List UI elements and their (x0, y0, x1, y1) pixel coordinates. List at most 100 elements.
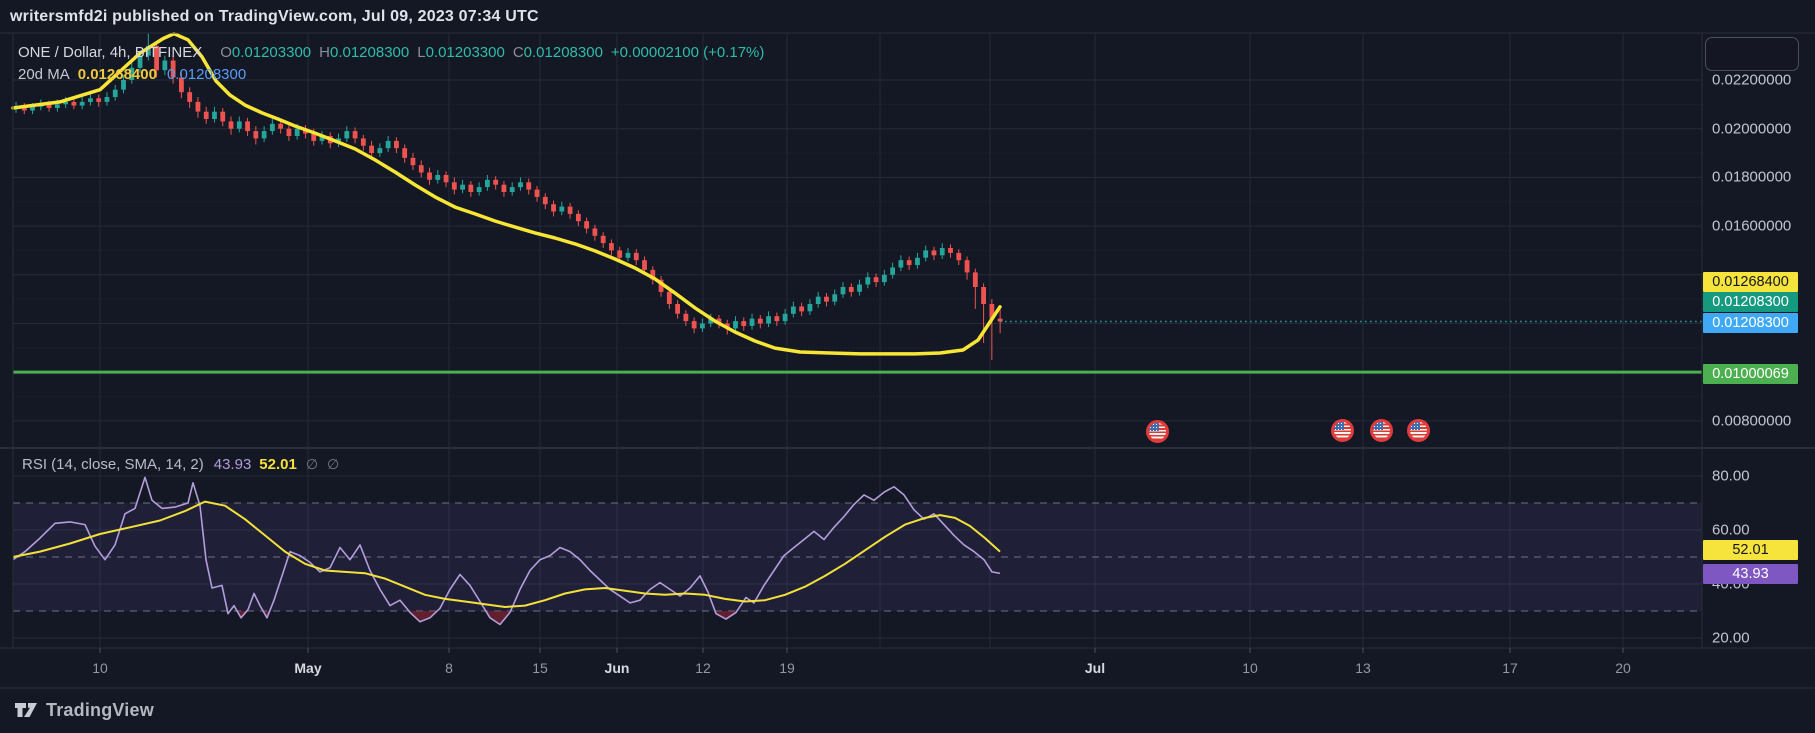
symbol-info-box[interactable] (1705, 37, 1799, 71)
candle (220, 112, 225, 122)
candle (71, 102, 76, 106)
candle (237, 121, 242, 128)
candle (849, 287, 854, 292)
tradingview-logo-icon (14, 699, 38, 721)
candle (808, 304, 813, 311)
tradingview-published-chart: writersmfd2i published on TradingView.co… (0, 0, 1815, 733)
candle (692, 321, 697, 328)
candle (932, 250, 937, 255)
candle (543, 197, 548, 204)
candle (394, 141, 399, 148)
candle (493, 180, 498, 185)
time-label: 10 (1242, 660, 1258, 676)
candle (411, 158, 416, 165)
rsi-label: RSI (14, close, SMA, 14, 2) (22, 456, 204, 473)
candle (344, 131, 349, 138)
rsi-sma-value: 52.01 (259, 456, 297, 473)
candle (245, 121, 250, 131)
us-flag-marker-icon[interactable] (1146, 420, 1169, 443)
candle (386, 141, 391, 148)
candle (584, 221, 589, 228)
ma-legend[interactable]: 20d MA0.012684000.01208300 (18, 66, 246, 83)
candle (700, 324, 705, 329)
ma-value: 0.01268400 (78, 66, 157, 83)
candle (427, 173, 432, 180)
symbol-legend[interactable]: ONE / Dollar, 4h, BITFINEXO0.01203300H0.… (18, 44, 764, 61)
candle (485, 180, 490, 187)
candle (187, 92, 192, 102)
candle (956, 253, 961, 260)
candle (229, 121, 234, 128)
us-flag-marker-icon[interactable] (1370, 419, 1393, 442)
publish-header: writersmfd2i published on TradingView.co… (10, 8, 539, 26)
chart-canvas[interactable] (0, 0, 1815, 733)
candle (468, 185, 473, 192)
candle (948, 248, 953, 253)
flag-canton (1373, 422, 1383, 431)
time-label: Jun (605, 660, 630, 676)
time-label: 17 (1502, 660, 1518, 676)
candle (113, 90, 118, 97)
time-label: 10 (92, 660, 108, 676)
candle (890, 268, 895, 275)
candle (88, 98, 93, 102)
candle (526, 182, 531, 189)
candle (551, 204, 556, 211)
price-tick-label: 0.00800000 (1712, 412, 1791, 429)
candle (675, 304, 680, 314)
candle (204, 112, 209, 119)
rsi-sma-badge: 52.01 (1703, 540, 1798, 560)
candle (774, 316, 779, 321)
rsi-value: 43.93 (214, 456, 252, 473)
candle (750, 319, 755, 326)
flag-canton (1410, 422, 1420, 431)
close-price-badge: 0.01208300 (1703, 292, 1798, 312)
open-value: 0.01203300 (232, 44, 311, 61)
candle (278, 124, 283, 129)
candle (832, 294, 837, 301)
us-flag-marker-icon[interactable] (1331, 419, 1354, 442)
candle (559, 207, 564, 212)
time-label: May (294, 660, 321, 676)
candle (55, 104, 60, 108)
low-value: 0.01203300 (426, 44, 505, 61)
candle (733, 321, 738, 328)
candle (882, 275, 887, 282)
us-flag-marker-icon[interactable] (1407, 419, 1430, 442)
candle (634, 253, 639, 260)
close-label: C (513, 44, 524, 61)
countdown-price-badge: 0.01208300 (1703, 313, 1798, 333)
candle (857, 285, 862, 292)
candle (576, 214, 581, 221)
candle (262, 131, 267, 138)
candle (865, 277, 870, 284)
time-label: 13 (1355, 660, 1371, 676)
high-value: 0.01208300 (330, 44, 409, 61)
time-label: 12 (695, 660, 711, 676)
candle (898, 260, 903, 267)
candle (369, 146, 374, 153)
candle (841, 287, 846, 294)
rsi-tick-label: 20.00 (1712, 630, 1750, 647)
rsi-legend[interactable]: RSI (14, close, SMA, 14, 2)43.9352.01∅∅ (22, 456, 339, 473)
candle (361, 138, 366, 145)
candle (444, 175, 449, 182)
candle (353, 131, 358, 138)
candle (435, 175, 440, 180)
symbol-title[interactable]: ONE / Dollar, 4h, BITFINEX (18, 44, 202, 61)
candle (783, 314, 788, 321)
candle (940, 248, 945, 255)
price-tick-label: 0.02000000 (1712, 120, 1791, 137)
close-value: 0.01208300 (524, 44, 603, 61)
candle (80, 102, 85, 106)
candle (477, 187, 482, 192)
candle (96, 98, 101, 102)
change-value: +0.00002100 (+0.17%) (611, 44, 764, 61)
time-label: Jul (1085, 660, 1105, 676)
ma-label: 20d MA (18, 66, 70, 83)
tradingview-logo[interactable]: TradingView (14, 699, 154, 721)
candle (270, 124, 275, 131)
candle (105, 97, 110, 102)
hidden-plot-icon: ∅ (306, 456, 318, 472)
candle (626, 253, 631, 258)
